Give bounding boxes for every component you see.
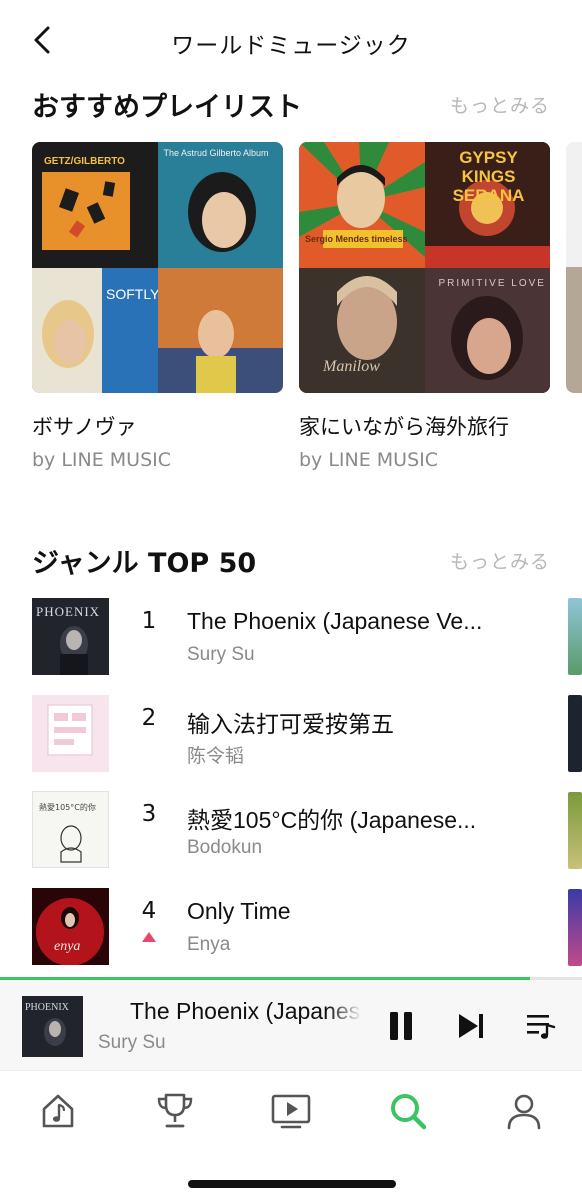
playlist-card[interactable] bbox=[566, 142, 582, 393]
album-art bbox=[32, 694, 109, 772]
playlist-carousel[interactable]: GETZ/GILBERTO The Astrud Gilberto Album … bbox=[32, 142, 582, 482]
svg-text:PHOENIX: PHOENIX bbox=[36, 604, 100, 619]
rank-number: 3 bbox=[141, 801, 157, 827]
playlist-curator: by LINE MUSIC bbox=[32, 449, 172, 471]
trophy-icon bbox=[157, 1093, 193, 1128]
ranking-row[interactable]: PHOENIX 1 The Phoenix (Japanese Ve... Su… bbox=[32, 596, 552, 693]
rank-up-indicator-icon bbox=[142, 931, 156, 942]
ranking-peek-art bbox=[568, 792, 582, 869]
pause-icon bbox=[390, 1012, 412, 1040]
playlist-cover: Sergio Mendes timeless GYPSY KINGS SERAN… bbox=[299, 142, 550, 393]
skip-next-button[interactable] bbox=[451, 1006, 491, 1046]
user-icon bbox=[507, 1094, 541, 1130]
ranking-row[interactable]: 2 输入法打可爱按第五 陈令韬 bbox=[32, 693, 552, 790]
track-artist: Enya bbox=[187, 933, 231, 955]
album-cover: SOFTLY bbox=[32, 267, 158, 393]
ranking-peek-art bbox=[568, 598, 582, 675]
album-cover: GYPSY KINGS SERANA bbox=[424, 142, 550, 268]
playlist-cover bbox=[566, 142, 582, 393]
album-cover-text: PRIMITIVE LOVE bbox=[438, 277, 546, 289]
track-title: 熱愛105°C的你 (Japanese... bbox=[187, 807, 477, 833]
header: ワールドミュージック bbox=[0, 0, 582, 84]
playlist-name: 家にいながら海外旅行 bbox=[299, 415, 509, 439]
album-cover: The Astrud Gilberto Album bbox=[157, 142, 283, 268]
album-cover: Sergio Mendes timeless bbox=[299, 142, 425, 268]
album-cover-text: The Astrud Gilberto Album bbox=[163, 148, 269, 158]
now-playing-art: PHOENIX bbox=[22, 996, 83, 1057]
track-artist: 陈令韬 bbox=[187, 745, 245, 767]
ranking-list: PHOENIX 1 The Phoenix (Japanese Ve... Su… bbox=[32, 596, 552, 982]
playlist-card[interactable]: Sergio Mendes timeless GYPSY KINGS SERAN… bbox=[299, 142, 550, 471]
album-cover-text: SOFTLY bbox=[106, 285, 158, 302]
home-indicator bbox=[188, 1180, 396, 1188]
playlist-card[interactable]: GETZ/GILBERTO The Astrud Gilberto Album … bbox=[32, 142, 283, 471]
album-art: PHOENIX bbox=[32, 598, 109, 675]
track-title: Only Time bbox=[187, 897, 291, 924]
more-link[interactable]: もっとみる bbox=[450, 91, 550, 118]
album-art: 熱愛105°C的你 bbox=[32, 791, 109, 868]
playlist-name: ボサノヴァ bbox=[32, 415, 137, 439]
section-title: ジャンル TOP 50 bbox=[32, 547, 257, 579]
album-cover bbox=[157, 267, 283, 393]
svg-text:熱愛105°C的你: 熱愛105°C的你 bbox=[39, 802, 96, 812]
track-title: 输入法打可爱按第五 bbox=[187, 710, 394, 737]
album-art: enya bbox=[32, 887, 109, 965]
now-playing-title: The Phoenix (Japanese Ver.) bbox=[130, 998, 362, 1024]
svg-text:enya: enya bbox=[54, 939, 80, 954]
ranking-peek-art bbox=[568, 889, 582, 966]
playlist-curator: by LINE MUSIC bbox=[299, 449, 439, 471]
track-artist: Bodokun bbox=[187, 837, 263, 858]
ranking-row[interactable]: 熱愛105°C的你 3 熱愛105°C的你 (Japanese... Bodok… bbox=[32, 789, 552, 886]
album-cover-text: GETZ/GILBERTO bbox=[44, 156, 125, 167]
tab-home[interactable] bbox=[36, 1089, 80, 1133]
ranking-row[interactable]: enya 4 Only Time Enya bbox=[32, 886, 552, 983]
music-note-icon bbox=[42, 1094, 74, 1128]
album-cover: GETZ/GILBERTO bbox=[32, 142, 158, 268]
pause-button[interactable] bbox=[381, 1006, 421, 1046]
now-playing-artist: Sury Su bbox=[98, 1032, 166, 1053]
playlist-cover: GETZ/GILBERTO The Astrud Gilberto Album … bbox=[32, 142, 283, 393]
album-cover-text: GYPSY KINGS SERANA bbox=[452, 148, 525, 205]
more-link[interactable]: もっとみる bbox=[450, 547, 550, 574]
queue-icon bbox=[527, 1015, 556, 1039]
mini-player[interactable]: PHOENIX The Phoenix (Japanese Ver.) Sury… bbox=[0, 980, 582, 1070]
video-play-icon bbox=[271, 1094, 311, 1129]
album-cover: PRIMITIVE LOVE bbox=[424, 267, 550, 393]
album-cover: Manilow bbox=[299, 267, 425, 393]
ranking-peek-art bbox=[568, 695, 582, 772]
search-icon bbox=[391, 1094, 427, 1130]
tab-search[interactable] bbox=[386, 1089, 430, 1133]
track-title: The Phoenix (Japanese Ve... bbox=[187, 608, 483, 634]
album-cover-text: Sergio Mendes timeless bbox=[305, 234, 408, 244]
tab-video[interactable] bbox=[269, 1089, 313, 1133]
track-artist: Sury Su bbox=[187, 644, 255, 665]
svg-text:PHOENIX: PHOENIX bbox=[25, 1002, 70, 1013]
rank-number: 2 bbox=[141, 704, 157, 731]
queue-button[interactable] bbox=[521, 1006, 561, 1046]
rank-number: 4 bbox=[141, 897, 157, 924]
album-cover-text: Manilow bbox=[323, 357, 380, 375]
tab-my-page[interactable] bbox=[502, 1089, 546, 1133]
section-title: おすすめプレイリスト bbox=[32, 91, 302, 123]
ranking-section-header: ジャンル TOP 50 もっとみる bbox=[32, 540, 550, 580]
playlists-section-header: おすすめプレイリスト もっとみる bbox=[32, 84, 550, 124]
skip-next-icon bbox=[459, 1014, 483, 1038]
rank-number: 1 bbox=[141, 608, 157, 634]
tab-ranking[interactable] bbox=[153, 1089, 197, 1133]
page-title: ワールドミュージック bbox=[171, 33, 411, 59]
